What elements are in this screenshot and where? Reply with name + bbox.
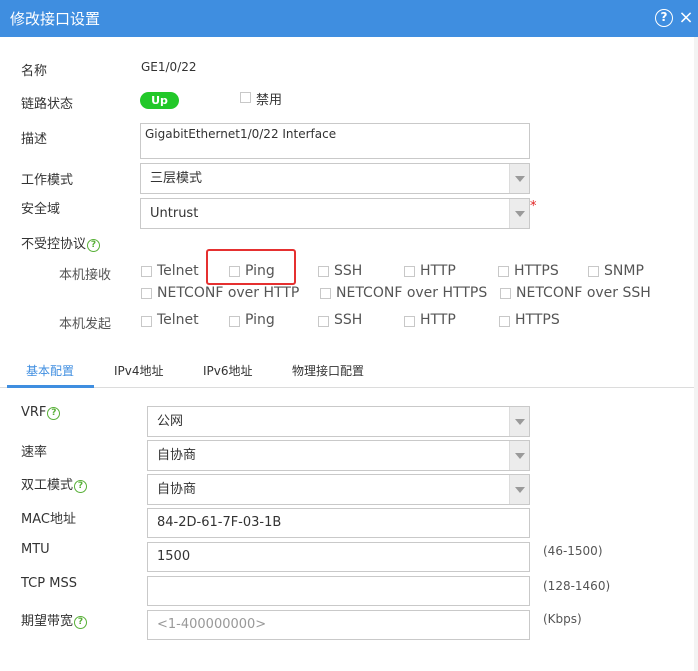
receive-snmp-checkbox[interactable] (588, 266, 599, 277)
receive-https-label: HTTPS (514, 263, 559, 279)
bandwidth-unit-hint: (Kbps) (543, 612, 582, 626)
receive-netconf-ssh-checkbox[interactable] (500, 288, 511, 299)
chevron-down-icon (515, 176, 525, 182)
receive-netconf-https-label: NETCONF over HTTPS (336, 285, 488, 301)
tab-ipv6-address[interactable]: IPv6地址 (203, 362, 253, 379)
ping-highlight-box (206, 249, 296, 285)
send-http-label: HTTP (420, 312, 456, 328)
uncontrolled-protocols-label: 不受控协议? (21, 233, 101, 252)
speed-dropdown[interactable] (509, 441, 529, 470)
receive-snmp-label: SNMP (604, 263, 644, 279)
chevron-down-icon (515, 487, 525, 493)
tcp-mss-range-hint: (128-1460) (543, 579, 611, 593)
receive-http-checkbox[interactable] (404, 266, 415, 277)
send-ping-checkbox[interactable] (229, 316, 240, 327)
chevron-down-icon (515, 211, 525, 217)
receive-netconf-http-label: NETCONF over HTTP (157, 285, 300, 301)
mac-label: MAC地址 (21, 512, 76, 527)
speed-value: 自协商 (157, 448, 197, 463)
help-icon[interactable]: ? (87, 239, 101, 252)
mac-field[interactable]: 84-2D-61-7F-03-1B (147, 508, 530, 538)
duplex-label: 双工模式? (21, 474, 88, 493)
send-http-checkbox[interactable] (404, 316, 415, 327)
work-mode-dropdown[interactable] (509, 164, 529, 193)
active-tab-indicator (7, 385, 94, 388)
vrf-label-text: VRF (21, 405, 47, 420)
help-icon[interactable]: ? (74, 616, 88, 629)
receive-ssh-label: SSH (334, 263, 363, 279)
send-label: 本机发起 (59, 317, 112, 332)
receive-http-label: HTTP (420, 263, 456, 279)
receive-ssh-checkbox[interactable] (318, 266, 329, 277)
link-status-badge: Up (140, 92, 179, 109)
vrf-value: 公网 (157, 414, 184, 429)
disable-checkbox[interactable] (240, 92, 251, 103)
bandwidth-label: 期望带宽? (21, 610, 88, 629)
receive-telnet-checkbox[interactable] (141, 266, 152, 277)
send-https-checkbox[interactable] (499, 316, 510, 327)
description-field[interactable]: GigabitEthernet1/0/22 Interface (140, 123, 530, 159)
send-https-label: HTTPS (515, 312, 560, 328)
link-status-label: 链路状态 (21, 97, 74, 112)
required-mark: * (530, 199, 537, 214)
chevron-down-icon (515, 453, 525, 459)
help-icon[interactable]: ? (47, 407, 61, 420)
help-icon[interactable]: ? (655, 9, 673, 27)
send-ssh-label: SSH (334, 312, 363, 328)
send-telnet-checkbox[interactable] (141, 316, 152, 327)
tab-bar: 基本配置 IPv4地址 IPv6地址 物理接口配置 (0, 352, 698, 388)
bandwidth-field[interactable]: <1-400000000> (147, 610, 530, 640)
receive-netconf-https-checkbox[interactable] (320, 288, 331, 299)
duplex-value: 自协商 (157, 482, 197, 497)
send-ping-label: Ping (245, 312, 275, 328)
security-zone-select[interactable]: Untrust (140, 198, 530, 229)
dialog-title: 修改接口设置 (10, 10, 101, 28)
tcp-mss-label: TCP MSS (21, 576, 77, 591)
chevron-down-icon (515, 419, 525, 425)
send-ssh-checkbox[interactable] (318, 316, 329, 327)
vrf-label: VRF? (21, 405, 61, 420)
security-zone-value: Untrust (150, 206, 199, 221)
uncontrolled-protocols-text: 不受控协议 (21, 237, 87, 252)
receive-netconf-http-checkbox[interactable] (141, 288, 152, 299)
dialog-title-bar: 修改接口设置 ? × (0, 0, 698, 37)
vrf-dropdown[interactable] (509, 407, 529, 436)
send-telnet-label: Telnet (157, 312, 199, 328)
duplex-select[interactable]: 自协商 (147, 474, 530, 505)
receive-https-checkbox[interactable] (498, 266, 509, 277)
disable-label: 禁用 (256, 93, 283, 108)
receive-telnet-label: Telnet (157, 263, 199, 279)
duplex-dropdown[interactable] (509, 475, 529, 504)
mtu-label: MTU (21, 542, 50, 557)
duplex-label-text: 双工模式 (21, 478, 74, 493)
tcp-mss-field[interactable] (147, 576, 530, 606)
work-mode-label: 工作模式 (21, 173, 74, 188)
help-icon[interactable]: ? (74, 480, 88, 493)
tab-physical-interface[interactable]: 物理接口配置 (292, 362, 364, 379)
security-zone-label: 安全域 (21, 202, 61, 217)
name-label: 名称 (21, 64, 48, 79)
receive-netconf-ssh-label: NETCONF over SSH (516, 285, 651, 301)
bandwidth-label-text: 期望带宽 (21, 614, 74, 629)
speed-label: 速率 (21, 445, 48, 460)
close-icon[interactable]: × (677, 9, 695, 27)
tab-ipv4-address[interactable]: IPv4地址 (114, 362, 164, 379)
work-mode-value: 三层模式 (150, 171, 203, 186)
work-mode-select[interactable]: 三层模式 (140, 163, 530, 194)
receive-label: 本机接收 (59, 268, 112, 283)
name-value: GE1/0/22 (141, 60, 197, 74)
tab-basic-config[interactable]: 基本配置 (26, 362, 74, 379)
dialog-right-border (694, 37, 698, 671)
mtu-field[interactable]: 1500 (147, 542, 530, 572)
mtu-range-hint: (46-1500) (543, 544, 603, 558)
speed-select[interactable]: 自协商 (147, 440, 530, 471)
description-label: 描述 (21, 132, 48, 147)
security-zone-dropdown[interactable] (509, 199, 529, 228)
vrf-select[interactable]: 公网 (147, 406, 530, 437)
